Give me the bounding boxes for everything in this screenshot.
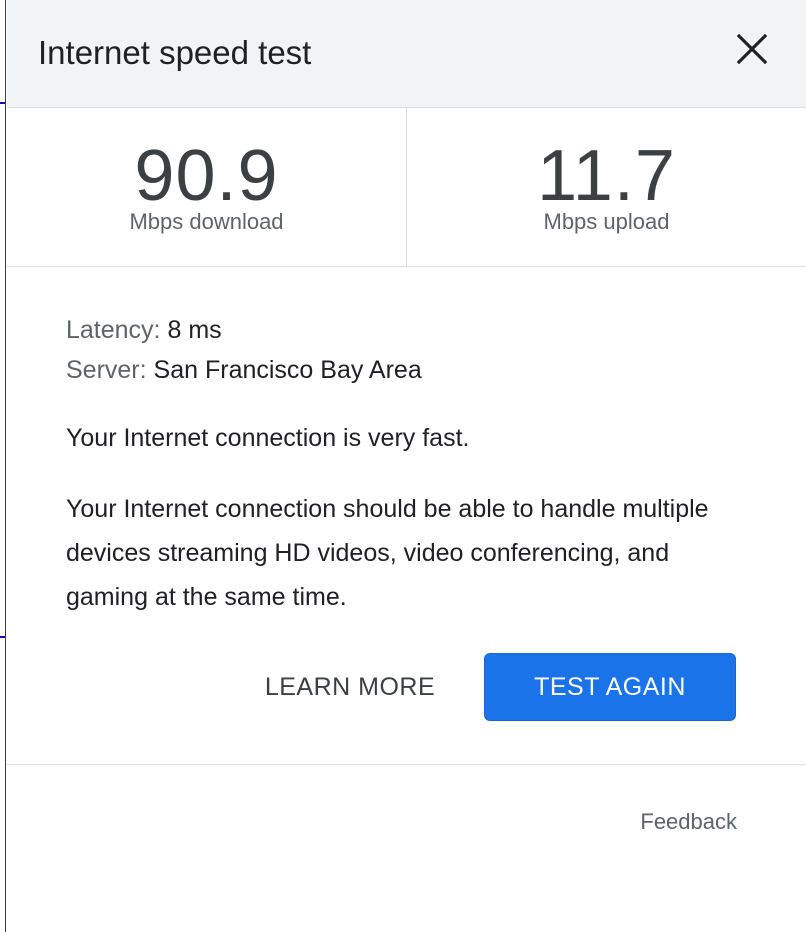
background-page-edge (0, 0, 6, 932)
server-label: Server: (66, 356, 147, 384)
latency-row: Latency: 8 ms (66, 310, 756, 350)
upload-speed-unit: Mbps upload (543, 209, 670, 234)
upload-result: 11.7 Mbps upload (406, 108, 806, 266)
upload-speed-value: 11.7 (537, 136, 676, 216)
dialog-header: Internet speed test (7, 0, 806, 108)
server-row: Server: San Francisco Bay Area (66, 350, 756, 390)
server-value: San Francisco Bay Area (153, 356, 422, 384)
page: Internet speed test 90.9 Mbps download 1… (0, 0, 806, 932)
latency-value: 8 ms (167, 316, 222, 344)
test-details: Latency: 8 ms Server: San Francisco Bay … (66, 310, 756, 390)
speed-description: Your Internet connection should be able … (66, 495, 709, 611)
download-speed-value: 90.9 (134, 136, 279, 216)
background-link-fragment (0, 102, 5, 104)
background-link-fragment (0, 636, 5, 638)
test-again-button[interactable]: TEST AGAIN (484, 653, 736, 721)
close-button[interactable] (733, 30, 771, 68)
dialog-title: Internet speed test (38, 34, 312, 71)
speed-test-dialog: Internet speed test 90.9 Mbps download 1… (7, 0, 806, 932)
latency-label: Latency: (66, 316, 161, 344)
speed-results: 90.9 Mbps download 11.7 Mbps upload (7, 108, 806, 267)
footer-divider (7, 764, 806, 765)
learn-more-button[interactable]: LEARN MORE (255, 663, 445, 711)
close-icon (736, 33, 768, 65)
speed-summary: Your Internet connection is very fast. (66, 424, 470, 452)
feedback-link[interactable]: Feedback (627, 806, 737, 838)
download-result: 90.9 Mbps download (7, 108, 406, 266)
download-speed-unit: Mbps download (129, 209, 284, 234)
